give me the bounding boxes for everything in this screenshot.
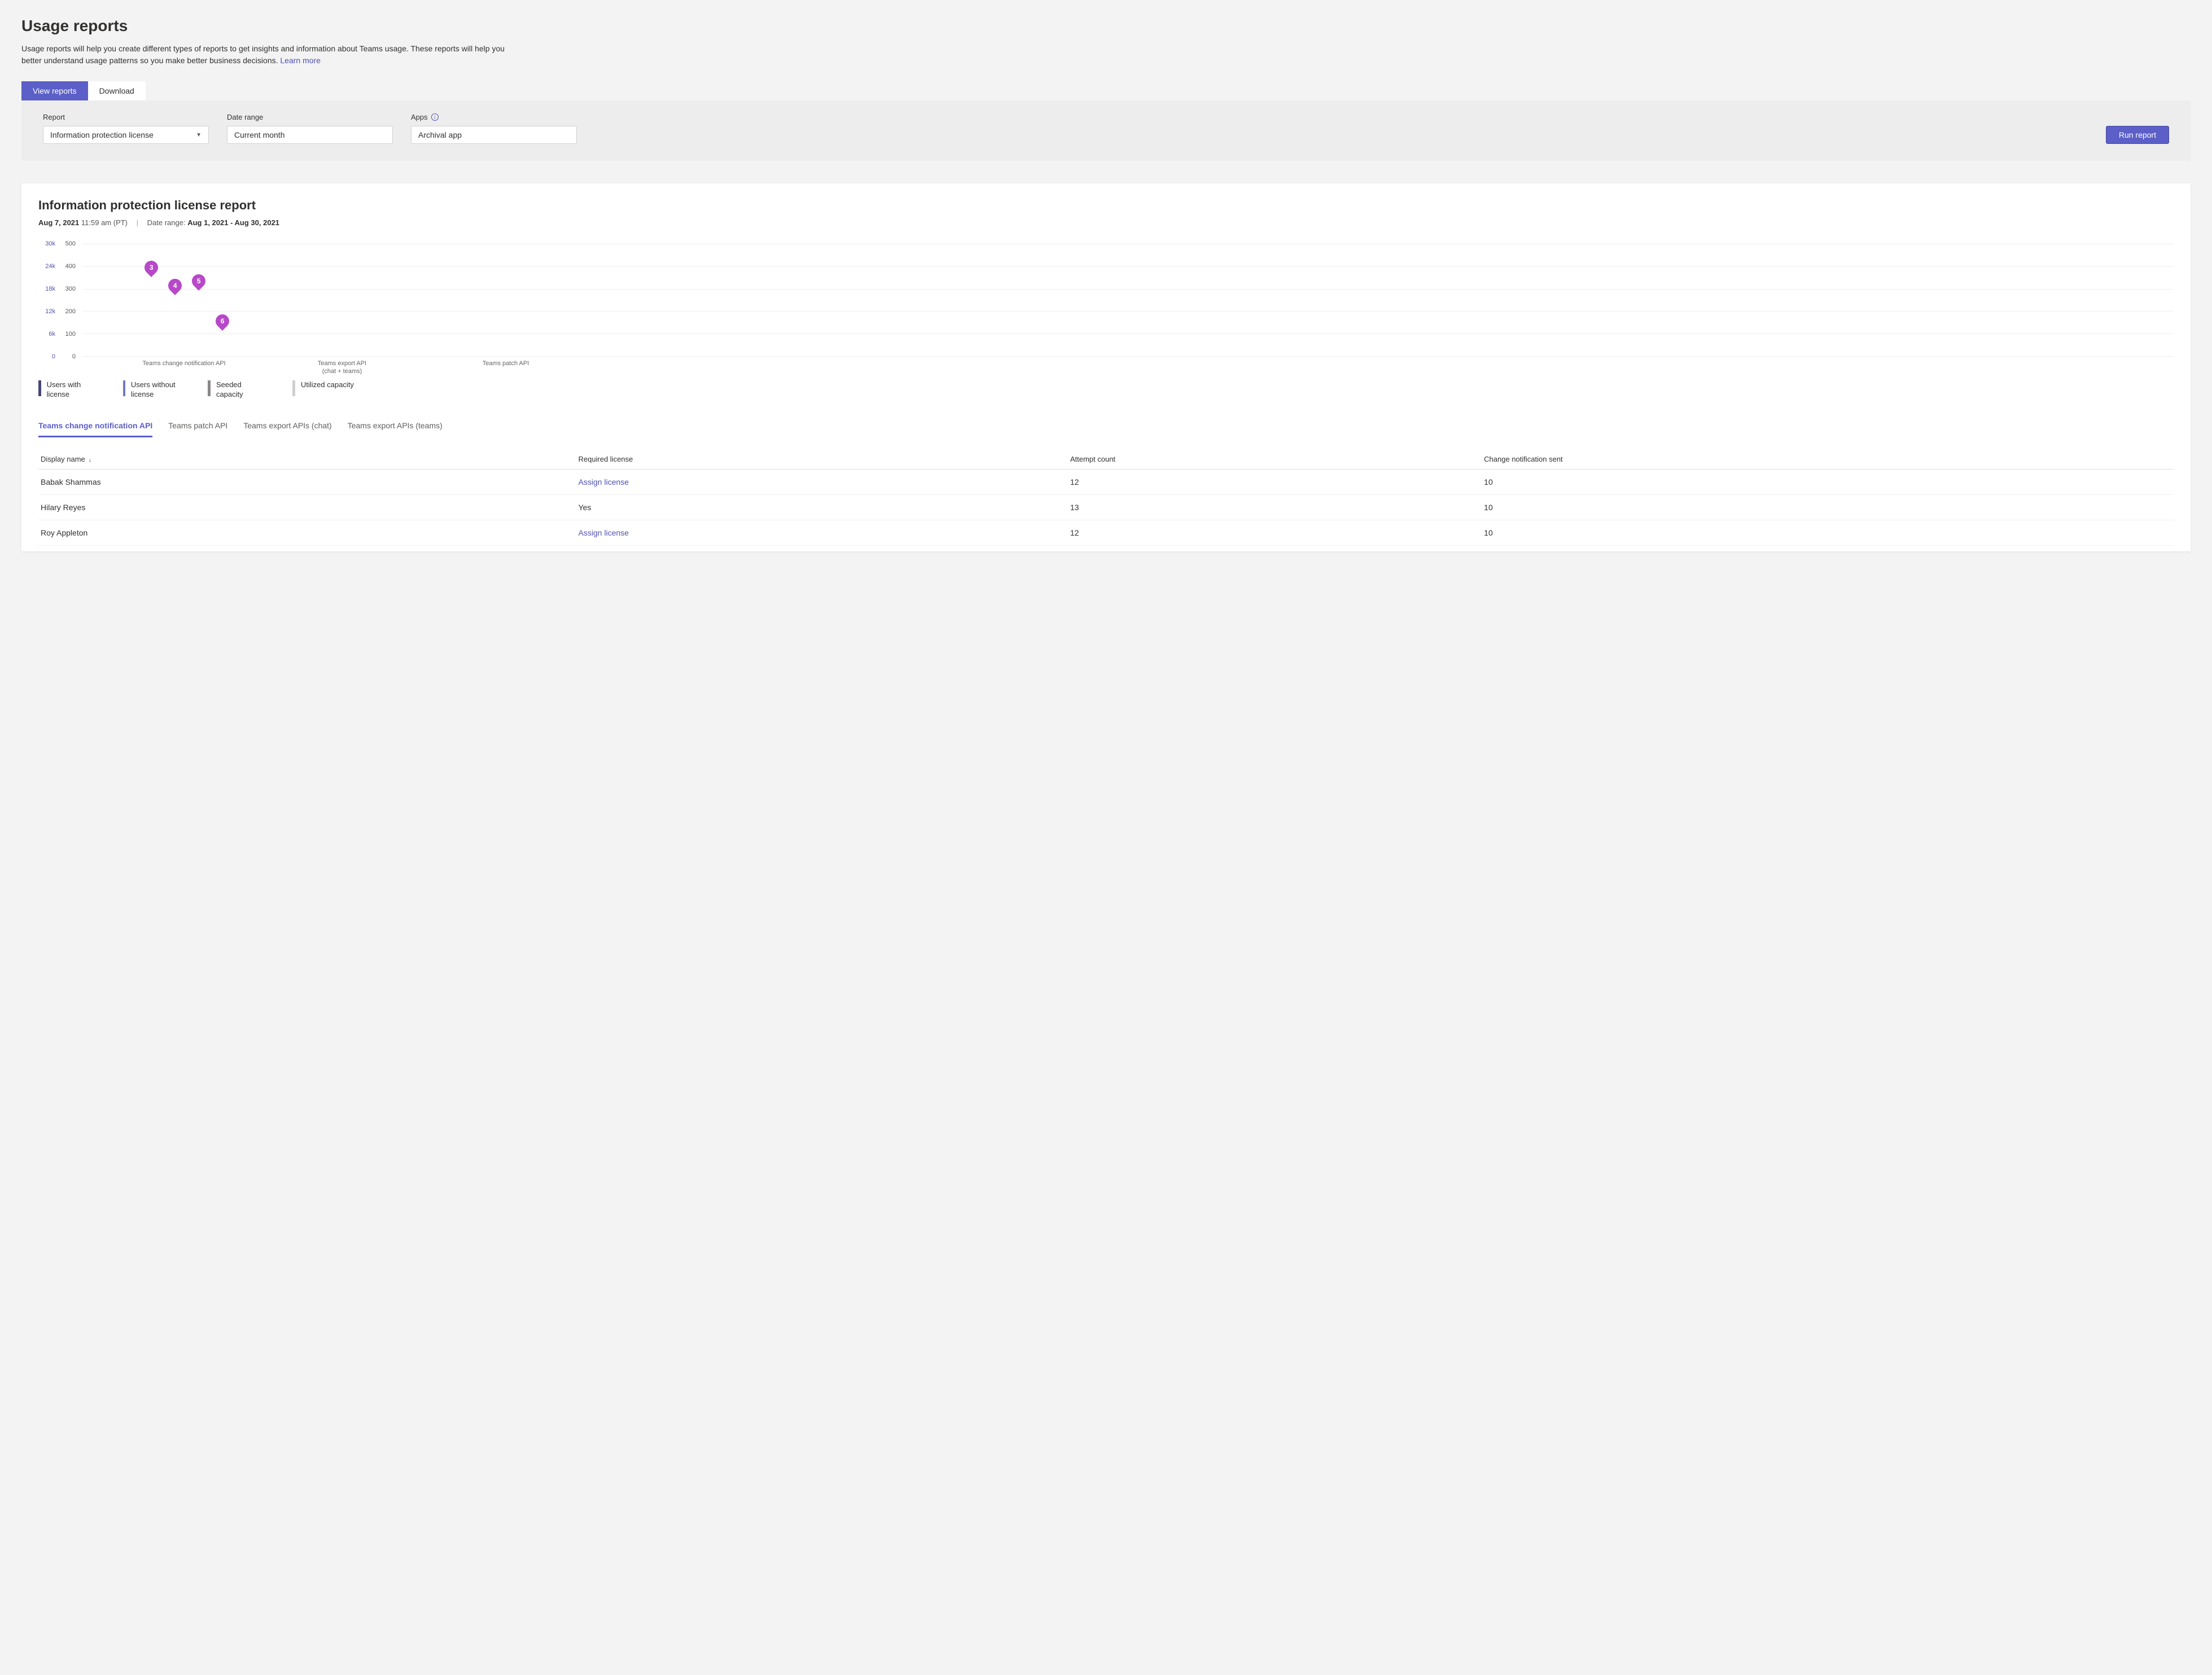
report-label: Report: [43, 113, 209, 121]
run-report-button[interactable]: Run report: [2106, 126, 2169, 144]
y-right-tick: 100: [65, 331, 76, 337]
subtab[interactable]: Teams export APIs (chat): [243, 416, 331, 437]
filter-panel: Report Information protection license ▼ …: [21, 100, 2191, 161]
report-select[interactable]: Information protection license ▼: [43, 126, 209, 144]
cell-name: Babak Shammas: [38, 469, 576, 494]
data-table: Display name↓Required licenseAttempt cou…: [38, 449, 2174, 546]
legend-item: Users with license: [38, 380, 100, 400]
y-left-tick: 30k: [45, 240, 55, 247]
chart-legend: Users with license Users without license S…: [38, 380, 2174, 400]
subtab[interactable]: Teams patch API: [168, 416, 227, 437]
info-icon[interactable]: i: [431, 113, 439, 121]
callout-3: 3: [142, 258, 161, 277]
legend-item: Utilized capacity: [292, 380, 354, 400]
sub-tabs: Teams change notification API Teams patch…: [38, 416, 2174, 438]
legend-label: Seeded capacity: [216, 380, 270, 400]
x-category-label: Teams export API(chat + teams): [280, 359, 404, 376]
sort-down-icon: ↓: [89, 457, 91, 463]
learn-more-link[interactable]: Learn more: [280, 56, 321, 65]
legend-swatch: [38, 380, 41, 396]
cell-license[interactable]: Assign license: [576, 520, 1068, 545]
callout-6: 6: [213, 312, 232, 331]
subtab[interactable]: Teams export APIs (teams): [348, 416, 443, 437]
top-tabs: View reports Download: [21, 81, 2191, 100]
cell-license[interactable]: Assign license: [576, 469, 1068, 494]
legend-label: Users with license: [47, 380, 100, 400]
y-right-tick: 400: [65, 263, 76, 270]
y-right-tick: 500: [65, 240, 76, 247]
report-title: Information protection license report: [38, 198, 2174, 213]
table-row: Hilary ReyesYes1310: [38, 494, 2174, 520]
cell-name: Hilary Reyes: [38, 494, 576, 520]
cell-sent: 10: [1482, 520, 2174, 545]
cell-attempt: 12: [1068, 520, 1482, 545]
y-right-tick: 300: [65, 286, 76, 292]
range-label: Date range:: [147, 218, 186, 227]
x-category-label: Teams patch API: [444, 359, 568, 367]
range-value: Aug 1, 2021 - Aug 30, 2021: [187, 218, 279, 227]
x-category-label: Teams change notification API: [122, 359, 246, 367]
legend-swatch: [123, 380, 125, 396]
tab-download[interactable]: Download: [88, 81, 146, 100]
legend-label: Users without license: [131, 380, 185, 400]
legend-item: Users without license: [123, 380, 185, 400]
date-range-value: Current month: [234, 130, 284, 139]
apps-label-text: Apps: [411, 113, 428, 121]
report-card: Information protection license report Au…: [21, 183, 2191, 551]
callout-4: 4: [165, 276, 185, 295]
cell-sent: 10: [1482, 469, 2174, 494]
legend-swatch: [208, 380, 211, 396]
table-row: Roy AppletonAssign license1210: [38, 520, 2174, 545]
column-header[interactable]: Attempt count: [1068, 449, 1482, 470]
legend-swatch: [292, 380, 295, 396]
subtab[interactable]: Teams change notification API: [38, 416, 152, 437]
date-range-label: Date range: [227, 113, 393, 121]
y-left-tick: 12k: [45, 308, 55, 315]
column-header[interactable]: Display name↓: [38, 449, 576, 470]
y-left-tick: 6k: [49, 331, 55, 337]
cell-license: Yes: [576, 494, 1068, 520]
page-description: Usage reports will help you create diffe…: [21, 43, 513, 67]
apps-label: Apps i: [411, 113, 577, 121]
date-range-input[interactable]: Current month: [227, 126, 393, 144]
report-select-value: Information protection license: [50, 130, 154, 139]
legend-item: Seeded capacity: [208, 380, 270, 400]
legend-label: Utilized capacity: [301, 380, 354, 390]
apps-value: Archival app: [418, 130, 462, 139]
apps-input[interactable]: Archival app: [411, 126, 577, 144]
report-meta: Aug 7, 2021 11:59 am (PT) | Date range: …: [38, 218, 2174, 227]
description-text: Usage reports will help you create diffe…: [21, 44, 505, 65]
y-left-tick: 18k: [45, 286, 55, 292]
chevron-down-icon: ▼: [196, 132, 202, 138]
table-row: Babak ShammasAssign license1210: [38, 469, 2174, 494]
report-time: 11:59 am (PT): [81, 218, 128, 227]
y-left-tick: 24k: [45, 263, 55, 270]
callout-5: 5: [189, 271, 208, 291]
cell-attempt: 13: [1068, 494, 1482, 520]
y-right-tick: 200: [65, 308, 76, 315]
column-header[interactable]: Change notification sent: [1482, 449, 2174, 470]
cell-name: Roy Appleton: [38, 520, 576, 545]
report-date: Aug 7, 2021: [38, 218, 79, 227]
cell-sent: 10: [1482, 494, 2174, 520]
chart: 30k24k18k12k6k0 5004003002001000 Teams c…: [38, 244, 2174, 374]
y-right-tick: 0: [72, 353, 76, 360]
y-left-tick: 0: [52, 353, 55, 360]
tab-view-reports[interactable]: View reports: [21, 81, 88, 100]
cell-attempt: 12: [1068, 469, 1482, 494]
column-header[interactable]: Required license: [576, 449, 1068, 470]
page-title: Usage reports: [21, 17, 2191, 35]
